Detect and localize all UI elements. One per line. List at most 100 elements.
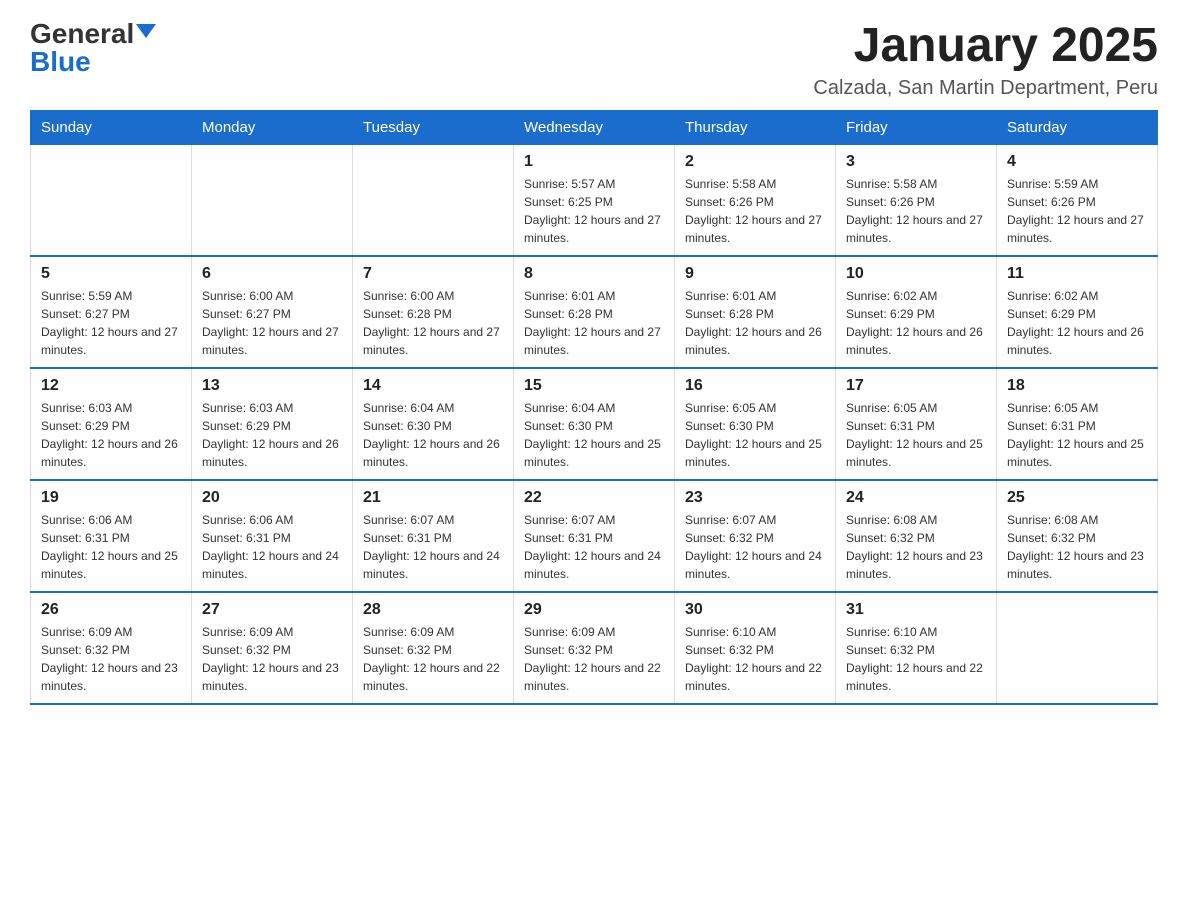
day-number: 14 [363, 377, 503, 395]
day-info: Sunrise: 6:05 AM Sunset: 6:31 PM Dayligh… [846, 399, 986, 471]
day-info: Sunrise: 6:09 AM Sunset: 6:32 PM Dayligh… [363, 623, 503, 695]
day-number: 8 [524, 265, 664, 283]
day-cell: 6Sunrise: 6:00 AM Sunset: 6:27 PM Daylig… [192, 256, 353, 368]
day-info: Sunrise: 6:06 AM Sunset: 6:31 PM Dayligh… [41, 511, 181, 583]
day-cell: 18 Sunrise: 6:05 AM Sunset: 6:31 PM Dayli… [997, 368, 1158, 480]
header-cell-friday: Friday [836, 110, 997, 144]
day-number: 29 [524, 601, 664, 619]
day-number: 22 [524, 489, 664, 507]
day-info: Sunrise: 6:10 AM Sunset: 6:32 PM Dayligh… [846, 623, 986, 695]
header-cell-sunday: Sunday [31, 110, 192, 144]
day-cell: 9 Sunrise: 6:01 AM Sunset: 6:28 PM Daylig… [675, 256, 836, 368]
week-row-4: 19 Sunrise: 6:06 AM Sunset: 6:31 PM Dayli… [31, 480, 1158, 592]
day-cell: 31Sunrise: 6:10 AM Sunset: 6:32 PM Dayli… [836, 592, 997, 704]
day-info: Sunrise: 5:58 AM Sunset: 6:26 PM Dayligh… [846, 175, 986, 247]
calendar-body: 1 Sunrise: 5:57 AM Sunset: 6:25 PM Daylig… [31, 144, 1158, 704]
week-row-1: 1 Sunrise: 5:57 AM Sunset: 6:25 PM Daylig… [31, 144, 1158, 256]
header-cell-thursday: Thursday [675, 110, 836, 144]
day-cell: 4 Sunrise: 5:59 AM Sunset: 6:26 PM Daylig… [997, 144, 1158, 256]
week-row-2: 5Sunrise: 5:59 AM Sunset: 6:27 PM Daylig… [31, 256, 1158, 368]
day-number: 7 [363, 265, 503, 283]
day-info: Sunrise: 6:09 AM Sunset: 6:32 PM Dayligh… [41, 623, 181, 695]
day-number: 15 [524, 377, 664, 395]
day-number: 10 [846, 265, 986, 283]
day-info: Sunrise: 6:03 AM Sunset: 6:29 PM Dayligh… [202, 399, 342, 471]
day-number: 19 [41, 489, 181, 507]
header-cell-tuesday: Tuesday [353, 110, 514, 144]
day-cell: 7 Sunrise: 6:00 AM Sunset: 6:28 PM Daylig… [353, 256, 514, 368]
day-number: 13 [202, 377, 342, 395]
month-title: January 2025 [813, 20, 1158, 73]
day-number: 5 [41, 265, 181, 283]
day-number: 2 [685, 153, 825, 171]
day-info: Sunrise: 6:05 AM Sunset: 6:31 PM Dayligh… [1007, 399, 1147, 471]
day-cell [997, 592, 1158, 704]
day-info: Sunrise: 6:04 AM Sunset: 6:30 PM Dayligh… [524, 399, 664, 471]
day-info: Sunrise: 6:09 AM Sunset: 6:32 PM Dayligh… [524, 623, 664, 695]
day-cell: 3Sunrise: 5:58 AM Sunset: 6:26 PM Daylig… [836, 144, 997, 256]
day-info: Sunrise: 6:02 AM Sunset: 6:29 PM Dayligh… [1007, 287, 1147, 359]
day-number: 27 [202, 601, 342, 619]
day-info: Sunrise: 6:05 AM Sunset: 6:30 PM Dayligh… [685, 399, 825, 471]
day-cell: 27 Sunrise: 6:09 AM Sunset: 6:32 PM Dayli… [192, 592, 353, 704]
location-subtitle: Calzada, San Martin Department, Peru [813, 77, 1158, 100]
day-info: Sunrise: 6:07 AM Sunset: 6:31 PM Dayligh… [524, 511, 664, 583]
day-cell: 1 Sunrise: 5:57 AM Sunset: 6:25 PM Daylig… [514, 144, 675, 256]
day-number: 16 [685, 377, 825, 395]
day-info: Sunrise: 5:59 AM Sunset: 6:26 PM Dayligh… [1007, 175, 1147, 247]
calendar-header: SundayMondayTuesdayWednesdayThursdayFrid… [31, 110, 1158, 144]
day-number: 18 [1007, 377, 1147, 395]
day-info: Sunrise: 5:58 AM Sunset: 6:26 PM Dayligh… [685, 175, 825, 247]
week-row-3: 12 Sunrise: 6:03 AM Sunset: 6:29 PM Dayli… [31, 368, 1158, 480]
title-block: January 2025 Calzada, San Martin Departm… [813, 20, 1158, 100]
day-info: Sunrise: 6:10 AM Sunset: 6:32 PM Dayligh… [685, 623, 825, 695]
day-info: Sunrise: 6:02 AM Sunset: 6:29 PM Dayligh… [846, 287, 986, 359]
header-row: SundayMondayTuesdayWednesdayThursdayFrid… [31, 110, 1158, 144]
header-cell-saturday: Saturday [997, 110, 1158, 144]
day-number: 24 [846, 489, 986, 507]
day-cell: 10 Sunrise: 6:02 AM Sunset: 6:29 PM Dayli… [836, 256, 997, 368]
day-info: Sunrise: 6:04 AM Sunset: 6:30 PM Dayligh… [363, 399, 503, 471]
day-number: 20 [202, 489, 342, 507]
day-cell: 2 Sunrise: 5:58 AM Sunset: 6:26 PM Daylig… [675, 144, 836, 256]
day-cell: 16 Sunrise: 6:05 AM Sunset: 6:30 PM Dayli… [675, 368, 836, 480]
day-cell [31, 144, 192, 256]
header-cell-monday: Monday [192, 110, 353, 144]
day-info: Sunrise: 6:03 AM Sunset: 6:29 PM Dayligh… [41, 399, 181, 471]
day-info: Sunrise: 6:08 AM Sunset: 6:32 PM Dayligh… [846, 511, 986, 583]
day-cell: 23Sunrise: 6:07 AM Sunset: 6:32 PM Dayli… [675, 480, 836, 592]
day-number: 9 [685, 265, 825, 283]
day-cell: 12 Sunrise: 6:03 AM Sunset: 6:29 PM Dayli… [31, 368, 192, 480]
day-cell: 5Sunrise: 5:59 AM Sunset: 6:27 PM Daylig… [31, 256, 192, 368]
calendar-table: SundayMondayTuesdayWednesdayThursdayFrid… [30, 110, 1158, 705]
day-info: Sunrise: 6:06 AM Sunset: 6:31 PM Dayligh… [202, 511, 342, 583]
day-cell: 13 Sunrise: 6:03 AM Sunset: 6:29 PM Dayli… [192, 368, 353, 480]
day-cell: 19 Sunrise: 6:06 AM Sunset: 6:31 PM Dayli… [31, 480, 192, 592]
day-info: Sunrise: 6:07 AM Sunset: 6:31 PM Dayligh… [363, 511, 503, 583]
week-row-5: 26Sunrise: 6:09 AM Sunset: 6:32 PM Dayli… [31, 592, 1158, 704]
day-cell: 8 Sunrise: 6:01 AM Sunset: 6:28 PM Daylig… [514, 256, 675, 368]
day-cell: 15 Sunrise: 6:04 AM Sunset: 6:30 PM Dayli… [514, 368, 675, 480]
day-number: 28 [363, 601, 503, 619]
day-info: Sunrise: 5:57 AM Sunset: 6:25 PM Dayligh… [524, 175, 664, 247]
day-info: Sunrise: 6:01 AM Sunset: 6:28 PM Dayligh… [524, 287, 664, 359]
logo: General Blue [30, 20, 156, 76]
day-number: 12 [41, 377, 181, 395]
day-number: 4 [1007, 153, 1147, 171]
day-number: 11 [1007, 265, 1147, 283]
day-info: Sunrise: 6:09 AM Sunset: 6:32 PM Dayligh… [202, 623, 342, 695]
day-info: Sunrise: 6:01 AM Sunset: 6:28 PM Dayligh… [685, 287, 825, 359]
day-info: Sunrise: 6:00 AM Sunset: 6:27 PM Dayligh… [202, 287, 342, 359]
day-number: 1 [524, 153, 664, 171]
day-info: Sunrise: 6:08 AM Sunset: 6:32 PM Dayligh… [1007, 511, 1147, 583]
day-cell: 26Sunrise: 6:09 AM Sunset: 6:32 PM Dayli… [31, 592, 192, 704]
day-cell [353, 144, 514, 256]
day-info: Sunrise: 6:00 AM Sunset: 6:28 PM Dayligh… [363, 287, 503, 359]
day-cell: 17Sunrise: 6:05 AM Sunset: 6:31 PM Dayli… [836, 368, 997, 480]
day-number: 30 [685, 601, 825, 619]
day-cell: 28 Sunrise: 6:09 AM Sunset: 6:32 PM Dayli… [353, 592, 514, 704]
day-cell: 20 Sunrise: 6:06 AM Sunset: 6:31 PM Dayli… [192, 480, 353, 592]
logo-general-text: General [30, 20, 134, 48]
page-header: General Blue January 2025 Calzada, San M… [30, 20, 1158, 100]
header-cell-wednesday: Wednesday [514, 110, 675, 144]
